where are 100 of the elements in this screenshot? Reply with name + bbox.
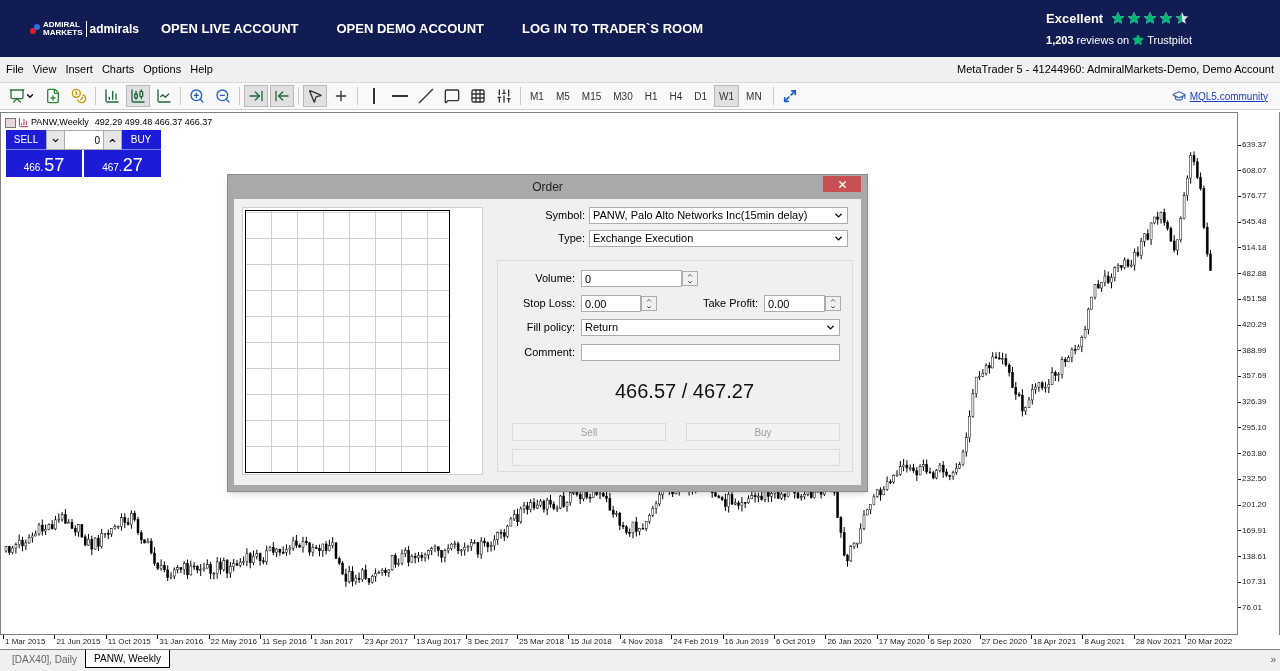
menu-item[interactable]: Options	[143, 61, 182, 78]
bid-price[interactable]: 466.57	[6, 150, 82, 177]
sell-button[interactable]: SELL	[6, 130, 46, 150]
timeframe-button[interactable]: D1	[689, 85, 713, 107]
dropdown[interactable]: PANW, Palo Alto Networks Inc(15min delay)	[589, 207, 848, 224]
price-label: 232.50	[1242, 473, 1267, 486]
community-link[interactable]: MQL5.community	[1189, 88, 1268, 104]
reviews-count: 1,203	[1046, 33, 1074, 48]
date-label: 1 Mar 2015	[5, 636, 46, 648]
volume-input[interactable]: 0	[581, 270, 682, 287]
date-label: 6 Sep 2020	[930, 636, 972, 648]
tabs-scroll-arrow[interactable]: »	[1270, 652, 1276, 667]
nav-link[interactable]: LOG IN TO TRADER`S ROOM	[522, 18, 704, 39]
take-profit-input[interactable]: 0.00	[764, 295, 825, 312]
price-quote: 466.57 / 467.27	[615, 379, 754, 404]
menu-item[interactable]: View	[32, 61, 57, 78]
price-label: 420.29	[1242, 319, 1267, 332]
price-label: 107.31	[1242, 576, 1267, 589]
date-label: 31 Jan 2016	[159, 636, 204, 648]
ask-price[interactable]: 467.27	[84, 150, 161, 177]
price-label: 482.88	[1242, 267, 1267, 280]
date-label: 3 Dec 2017	[467, 636, 509, 648]
field-label: Symbol:	[544, 208, 585, 224]
dropdown[interactable]: Exchange Execution	[589, 230, 848, 247]
menu-item[interactable]: Charts	[101, 61, 135, 78]
logo-brand: admirals	[89, 20, 139, 38]
menu-item[interactable]: Insert	[65, 61, 93, 78]
nav-link[interactable]: OPEN LIVE ACCOUNT	[161, 18, 299, 39]
trend-line-icon	[418, 88, 434, 104]
field-label: Volume:	[534, 271, 575, 287]
date-label: 22 May 2016	[210, 636, 257, 648]
close-button[interactable]	[823, 176, 861, 192]
line-chart-icon	[156, 88, 172, 104]
price-label: 326.39	[1242, 396, 1267, 409]
price-label: 545.48	[1242, 216, 1267, 229]
stop-loss-spinner[interactable]	[641, 296, 657, 311]
chevron-icon	[833, 210, 844, 221]
rating-star-icon	[1127, 11, 1142, 26]
fullscreen-icon[interactable]	[782, 89, 797, 103]
zoom-out-icon	[215, 88, 231, 104]
comment-input[interactable]	[581, 344, 840, 361]
date-label: 27 Dec 2020	[981, 636, 1027, 648]
cursor-icon	[307, 88, 323, 104]
timeframe-button[interactable]: MN	[741, 85, 767, 107]
timeframe-button[interactable]: H4	[664, 85, 688, 107]
chart-tab[interactable]: [DAX40], Daily	[4, 650, 86, 668]
take-profit-spinner[interactable]	[825, 296, 841, 311]
nav-link[interactable]: OPEN DEMO ACCOUNT	[336, 18, 485, 39]
price-label: 201.20	[1242, 499, 1267, 512]
price-label: 576.77	[1242, 190, 1267, 203]
timeframe-button[interactable]: M5	[550, 85, 575, 107]
date-label: 6 Oct 2019	[776, 636, 816, 648]
buy-button[interactable]: BUY	[121, 130, 161, 150]
timeframe-button[interactable]: H1	[639, 85, 663, 107]
date-label: 28 Nov 2021	[1135, 636, 1182, 648]
date-label: 11 Sep 2016	[262, 636, 307, 648]
rating-star-icon	[1143, 11, 1158, 26]
timeframe-button[interactable]: W1	[714, 85, 740, 107]
chart-title: PANW,Weekly	[31, 116, 89, 129]
field-label: Take Profit:	[702, 296, 758, 312]
price-label: 263.80	[1242, 447, 1267, 460]
date-label: 16 Jun 2019	[724, 636, 769, 648]
rating-star-icon	[1159, 11, 1174, 26]
date-label: 23 Apr 2017	[364, 636, 408, 648]
volume-spinner[interactable]	[682, 271, 698, 286]
ohlc-values: 492.29 499.48 466.37 466.37	[94, 116, 213, 129]
chart-window-icon	[9, 88, 25, 104]
date-label: 26 Jan 2020	[827, 636, 872, 648]
timeframe-button[interactable]: M30	[608, 85, 638, 107]
dropdown[interactable]: Return	[581, 319, 840, 336]
autoscroll-icon	[248, 88, 264, 104]
bar-chart-icon	[18, 117, 29, 129]
comment-icon	[444, 88, 460, 104]
date-label: 20 Mar 2022	[1187, 636, 1233, 648]
chevron-icon	[833, 233, 844, 244]
toolbar-button[interactable]	[303, 85, 327, 107]
crosshair-icon	[333, 88, 349, 104]
bar-chart-icon	[104, 88, 120, 104]
chart-shift-icon	[274, 88, 290, 104]
dialog-title: Order	[532, 179, 563, 196]
date-label: 13 Aug 2017	[416, 636, 462, 648]
price-label: 388.99	[1242, 344, 1267, 357]
menu-item[interactable]: Help	[190, 61, 213, 78]
price-label: 514.18	[1242, 241, 1267, 254]
new-file-icon	[45, 88, 61, 104]
field-label: Fill policy:	[525, 320, 575, 336]
horizontal-line-icon	[392, 95, 408, 97]
vertical-line-icon	[373, 88, 375, 104]
field-label: Comment:	[523, 345, 575, 361]
logo-icon	[30, 23, 40, 34]
stop-loss-input[interactable]: 0.00	[581, 295, 641, 312]
timeframe-button[interactable]: M1	[525, 85, 549, 107]
menu-item[interactable]: File	[6, 61, 24, 78]
date-label: 15 Jul 2018	[570, 636, 612, 648]
account-title: MetaTrader 5 - 41244960: AdmiralMarkets-Demo, Demo Account	[957, 62, 1274, 78]
rating-star-icon	[1111, 11, 1126, 26]
date-label: 1 Jan 2017	[313, 636, 353, 648]
chart-tab[interactable]: PANW, Weekly	[85, 650, 170, 668]
date-label: 21 Jun 2015	[56, 636, 101, 648]
timeframe-button[interactable]: M15	[576, 85, 607, 107]
